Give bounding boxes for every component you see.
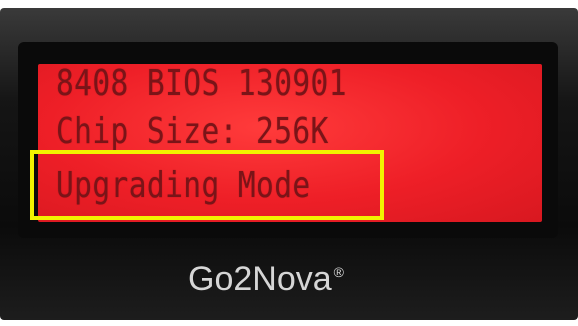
brand-logo: Go2Nova ® bbox=[188, 260, 344, 299]
brand-name: Go2Nova bbox=[188, 260, 332, 298]
lcd-line-chip-size: Chip Size: 256K bbox=[56, 111, 329, 152]
hand-controller-body: 8408 BIOS 130901 Chip Size: 256K Upgradi… bbox=[0, 8, 578, 320]
registered-mark: ® bbox=[333, 264, 344, 280]
photo-frame: 8408 BIOS 130901 Chip Size: 256K Upgradi… bbox=[0, 0, 578, 326]
highlight-box bbox=[30, 150, 384, 220]
lcd-line-bios-version: 8408 BIOS 130901 bbox=[56, 64, 347, 104]
